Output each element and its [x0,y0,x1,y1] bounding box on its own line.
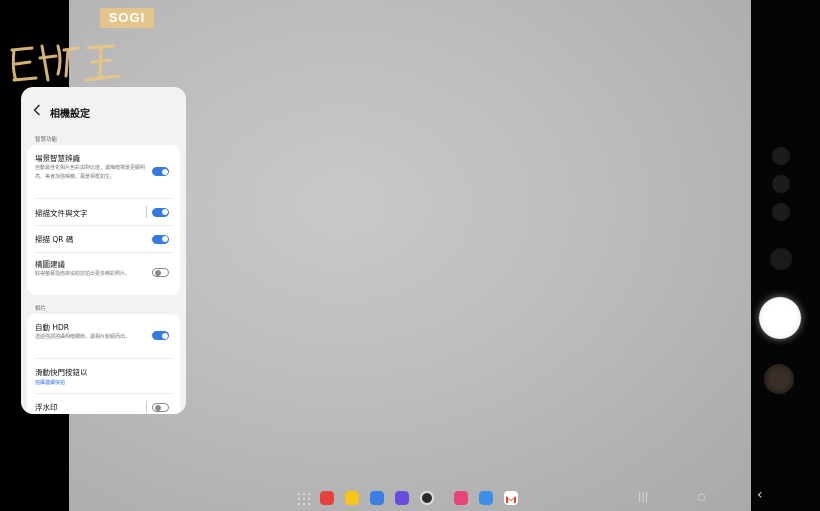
recents-button[interactable]: ||| [638,492,648,504]
setting-scan-qr[interactable]: 掃描 QR 碼 [27,226,180,252]
shutter-button[interactable] [759,297,801,339]
setting-description: 透過強調拍攝明暗細節，讓相片脫穎而出。 [35,334,131,340]
setting-description: 取得螢幕指南來協助您拍出更多精彩照片。 [35,271,131,277]
store-icon[interactable] [479,491,493,505]
smart-features-card: 場景智慧辨識 自動最佳化相片色彩與對比度，讓晦暗場景更顯明亮、美食加強鳴精、風景… [27,145,180,295]
internet-icon[interactable] [395,491,409,505]
panel-header: 相機設定 [21,87,186,135]
setting-watermark[interactable]: 浮水印 [27,394,180,414]
watermark-toggle[interactable] [152,402,169,412]
auto-hdr-toggle[interactable] [152,331,169,340]
timer-icon[interactable] [772,203,790,221]
setting-title: 掃描 QR 碼 [35,235,74,244]
page-title: 相機設定 [50,109,90,120]
scan-documents-toggle[interactable] [152,207,169,217]
photos-card: 自動 HDR 透過強調拍攝明暗細節，讓相片脫穎而出。 滑動快門按鈕以 拍攝連續快… [27,314,180,414]
mode-switch-icon[interactable] [770,248,792,270]
flash-icon[interactable] [772,175,790,193]
setting-title: 滑動快門按鈕以 [35,368,88,377]
shot-suggestions-toggle[interactable] [152,268,169,277]
setting-title: 自動 HDR [35,323,70,332]
setting-title: 構圖建議 [35,260,65,269]
settings-shortcut-icon[interactable] [772,147,790,165]
setting-swipe-shutter[interactable]: 滑動快門按鈕以 拍攝連續快拍 [27,359,180,393]
setting-title: 浮水印 [35,403,58,412]
section-label-smart: 智慧功能 [35,137,58,143]
gallery-icon[interactable] [454,491,468,505]
setting-scan-documents[interactable]: 掃描文件與文字 [27,199,180,225]
setting-shot-suggestions[interactable]: 構圖建議 取得螢幕指南來協助您拍出更多精彩照片。 [27,253,180,295]
camera-settings-panel: 相機設定 智慧功能 場景智慧辨識 自動最佳化相片色彩與對比度，讓晦暗場景更顯明亮… [21,87,186,414]
scene-optimizer-toggle[interactable] [152,167,169,176]
setting-scene-optimizer[interactable]: 場景智慧辨識 自動最佳化相片色彩與對比度，讓晦暗場景更顯明亮、美食加強鳴精、風景… [27,145,180,198]
separator [146,206,147,218]
section-label-photos: 相片 [35,306,47,312]
messages-icon[interactable] [370,491,384,505]
notes-icon[interactable] [320,491,334,505]
setting-title: 場景智慧辨識 [35,154,80,163]
home-button[interactable]: ○ [697,492,706,504]
sogi-badge: SOGI [100,8,154,28]
camera-control-bar [751,0,820,511]
files-icon[interactable] [345,491,359,505]
gmail-icon[interactable] [504,491,518,505]
gallery-thumbnail[interactable] [764,364,794,394]
back-arrow-icon[interactable] [33,104,45,118]
setting-auto-hdr[interactable]: 自動 HDR 透過強調拍攝明暗細節，讓相片脫穎而出。 [27,314,180,358]
separator [146,401,147,413]
setting-title: 掃描文件與文字 [35,209,88,218]
app-drawer-icon[interactable] [297,491,311,506]
back-button[interactable]: ‹ [757,488,763,502]
setting-description: 自動最佳化相片色彩與對比度，讓晦暗場景更顯明亮、美食加強鳴精、風景相框如生。 [35,165,146,180]
setting-subtitle: 拍攝連續快拍 [35,380,66,386]
camera-app-icon[interactable] [420,491,434,505]
scan-qr-toggle[interactable] [152,234,169,244]
